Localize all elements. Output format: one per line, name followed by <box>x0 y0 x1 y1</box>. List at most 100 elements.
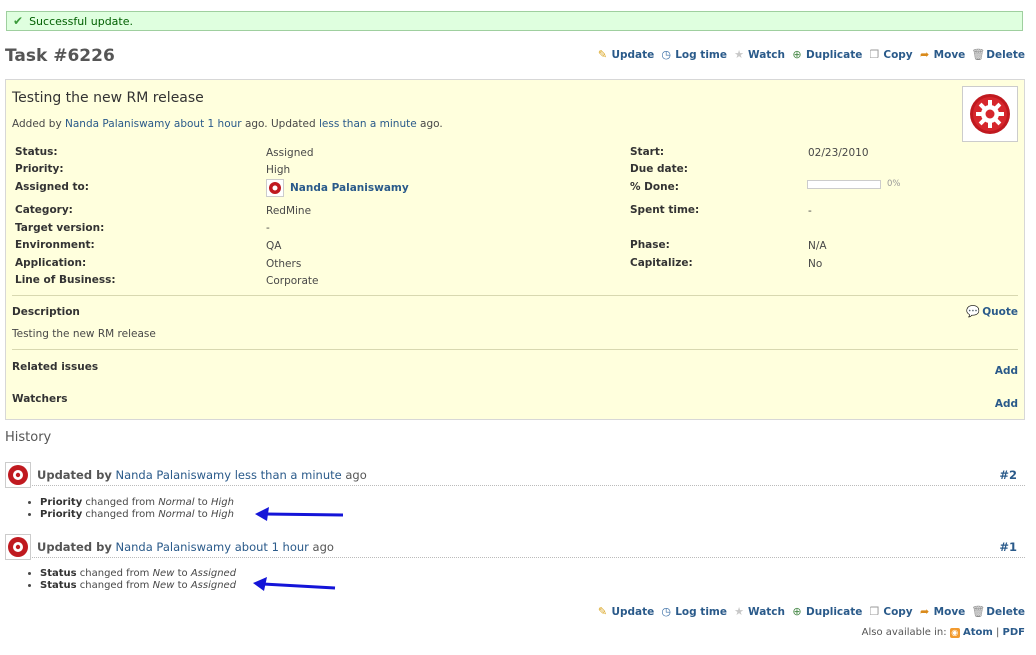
assigned-to-label: Assigned to: <box>15 181 89 193</box>
target-version-value: - <box>266 222 270 234</box>
journal-time-link[interactable]: less than a minute <box>235 468 342 482</box>
arrow-icon <box>255 507 344 521</box>
due-date-label: Due date: <box>630 163 688 175</box>
other-formats: Also available in: ◉ Atom | PDF <box>861 627 1025 638</box>
gear-avatar-icon <box>269 182 281 194</box>
add-related-issue-link[interactable]: Add <box>995 365 1018 377</box>
related-issues-label: Related issues <box>12 361 99 373</box>
start-value: 02/23/2010 <box>808 147 869 159</box>
journal-number-link[interactable]: #1 <box>999 540 1017 554</box>
journal-avatar <box>5 534 31 560</box>
copy-icon: ❐ <box>869 48 880 61</box>
list-item: Status changed from New to Assigned <box>40 580 236 592</box>
contextual-actions-bottom: ✎ Update ◷ Log time ★ Watch ⊕ Duplicate ❐ Cop… <box>596 605 1025 619</box>
star-icon: ★ <box>734 48 744 61</box>
description-text: Testing the new RM release <box>12 328 156 340</box>
copy-icon: ❐ <box>869 605 880 618</box>
move-link[interactable]: ➦ Move <box>919 605 965 619</box>
issue-author-line: Added by Nanda Palaniswamy about 1 hour … <box>12 118 443 130</box>
quote-icon: 💬 <box>966 305 980 318</box>
done-percent: 0% <box>887 179 901 189</box>
line-of-business-value: Corporate <box>266 275 319 287</box>
target-version-label: Target version: <box>15 222 105 234</box>
log-time-link[interactable]: ◷ Log time <box>660 605 727 619</box>
journal-avatar <box>5 462 31 488</box>
spent-time-value: - <box>808 205 812 217</box>
phase-label: Phase: <box>630 239 670 251</box>
flash-notice: ✔ Successful update. <box>6 11 1023 31</box>
clock-icon: ◷ <box>661 48 672 61</box>
quote-link[interactable]: 💬 Quote <box>966 305 1018 319</box>
watch-link[interactable]: ★ Watch <box>733 605 785 619</box>
description-label: Description <box>12 306 80 318</box>
gear-avatar-icon <box>8 537 28 557</box>
trash-icon: 🗑 <box>971 48 986 61</box>
priority-value: High <box>266 164 291 176</box>
author-link[interactable]: Nanda Palaniswamy <box>65 118 171 130</box>
duplicate-icon: ⊕ <box>792 48 802 61</box>
issue-subject: Testing the new RM release <box>12 90 204 106</box>
start-label: Start: <box>630 146 665 158</box>
duplicate-link[interactable]: ⊕ Duplicate <box>791 606 862 619</box>
update-link[interactable]: ✎ Update <box>596 49 654 62</box>
copy-link[interactable]: ❐ Copy <box>868 605 912 619</box>
clock-icon: ◷ <box>661 605 672 618</box>
category-label: Category: <box>15 204 73 216</box>
category-value: RedMine <box>266 205 312 217</box>
journal-details: Priority changed from Normal to High Pri… <box>24 497 234 521</box>
atom-link[interactable]: Atom <box>963 627 993 638</box>
application-value: Others <box>266 258 302 270</box>
environment-value: QA <box>266 240 282 252</box>
move-icon: ➦ <box>920 605 930 618</box>
move-link[interactable]: ➦ Move <box>919 48 965 62</box>
application-label: Application: <box>15 257 87 269</box>
line-of-business-label: Line of Business: <box>15 274 116 286</box>
capitalize-label: Capitalize: <box>630 257 693 269</box>
journal-header: Updated by Nanda Palaniswamy less than a… <box>5 462 1025 488</box>
page-title: Task #6226 <box>5 46 115 66</box>
add-watcher-link[interactable]: Add <box>995 398 1018 410</box>
status-value: Assigned <box>266 147 314 159</box>
journal-time-link[interactable]: about 1 hour <box>235 540 309 554</box>
log-time-link[interactable]: ◷ Log time <box>660 48 727 62</box>
update-link[interactable]: ✎ Update <box>596 605 654 619</box>
journal-summary: Updated by Nanda Palaniswamy less than a… <box>37 468 367 482</box>
pencil-icon: ✎ <box>597 605 608 618</box>
copy-link[interactable]: ❐ Copy <box>868 48 912 62</box>
move-icon: ➦ <box>920 48 930 61</box>
gear-avatar-icon <box>8 465 28 485</box>
duplicate-link[interactable]: ⊕ Duplicate <box>791 48 862 62</box>
phase-value: N/A <box>808 240 827 252</box>
assignee-link[interactable]: Nanda Palaniswamy <box>290 182 409 194</box>
journal-header: Updated by Nanda Palaniswamy about 1 hou… <box>5 534 1025 560</box>
history-heading: History <box>5 430 52 445</box>
divider <box>12 295 1018 296</box>
watch-link[interactable]: ★ Watch <box>733 48 785 62</box>
added-time-link[interactable]: about 1 hour <box>174 118 242 130</box>
arrow-icon <box>253 577 336 591</box>
status-label: Status: <box>15 146 58 158</box>
list-item: Status changed from New to Assigned <box>40 568 236 580</box>
environment-label: Environment: <box>15 239 95 251</box>
gear-avatar-icon <box>970 94 1010 134</box>
flash-message: Successful update. <box>29 14 133 28</box>
journal-summary: Updated by Nanda Palaniswamy about 1 hou… <box>37 540 334 554</box>
star-icon: ★ <box>734 605 744 618</box>
contextual-actions-top: ✎ Update ◷ Log time ★ Watch ⊕ Duplicate ❐ Cop… <box>596 48 1025 62</box>
list-item: Priority changed from Normal to High <box>40 509 234 521</box>
pdf-link[interactable]: PDF <box>1003 627 1025 638</box>
journal-author-link[interactable]: Nanda Palaniswamy <box>115 540 231 554</box>
done-progress-bar <box>807 180 881 189</box>
journal-number-link[interactable]: #2 <box>999 468 1017 482</box>
assigned-to-value: Nanda Palaniswamy <box>266 179 409 197</box>
journal-details: Status changed from New to Assigned Stat… <box>24 568 236 592</box>
delete-link[interactable]: 🗑 Delete <box>971 48 1025 62</box>
list-item: Priority changed from Normal to High <box>40 497 234 509</box>
delete-link[interactable]: 🗑 Delete <box>971 606 1025 619</box>
updated-time-link[interactable]: less than a minute <box>319 118 417 130</box>
journal-author-link[interactable]: Nanda Palaniswamy <box>115 468 231 482</box>
capitalize-value: No <box>808 258 823 270</box>
priority-label: Priority: <box>15 163 64 175</box>
check-icon: ✔ <box>13 14 24 28</box>
rss-icon: ◉ <box>949 628 960 638</box>
